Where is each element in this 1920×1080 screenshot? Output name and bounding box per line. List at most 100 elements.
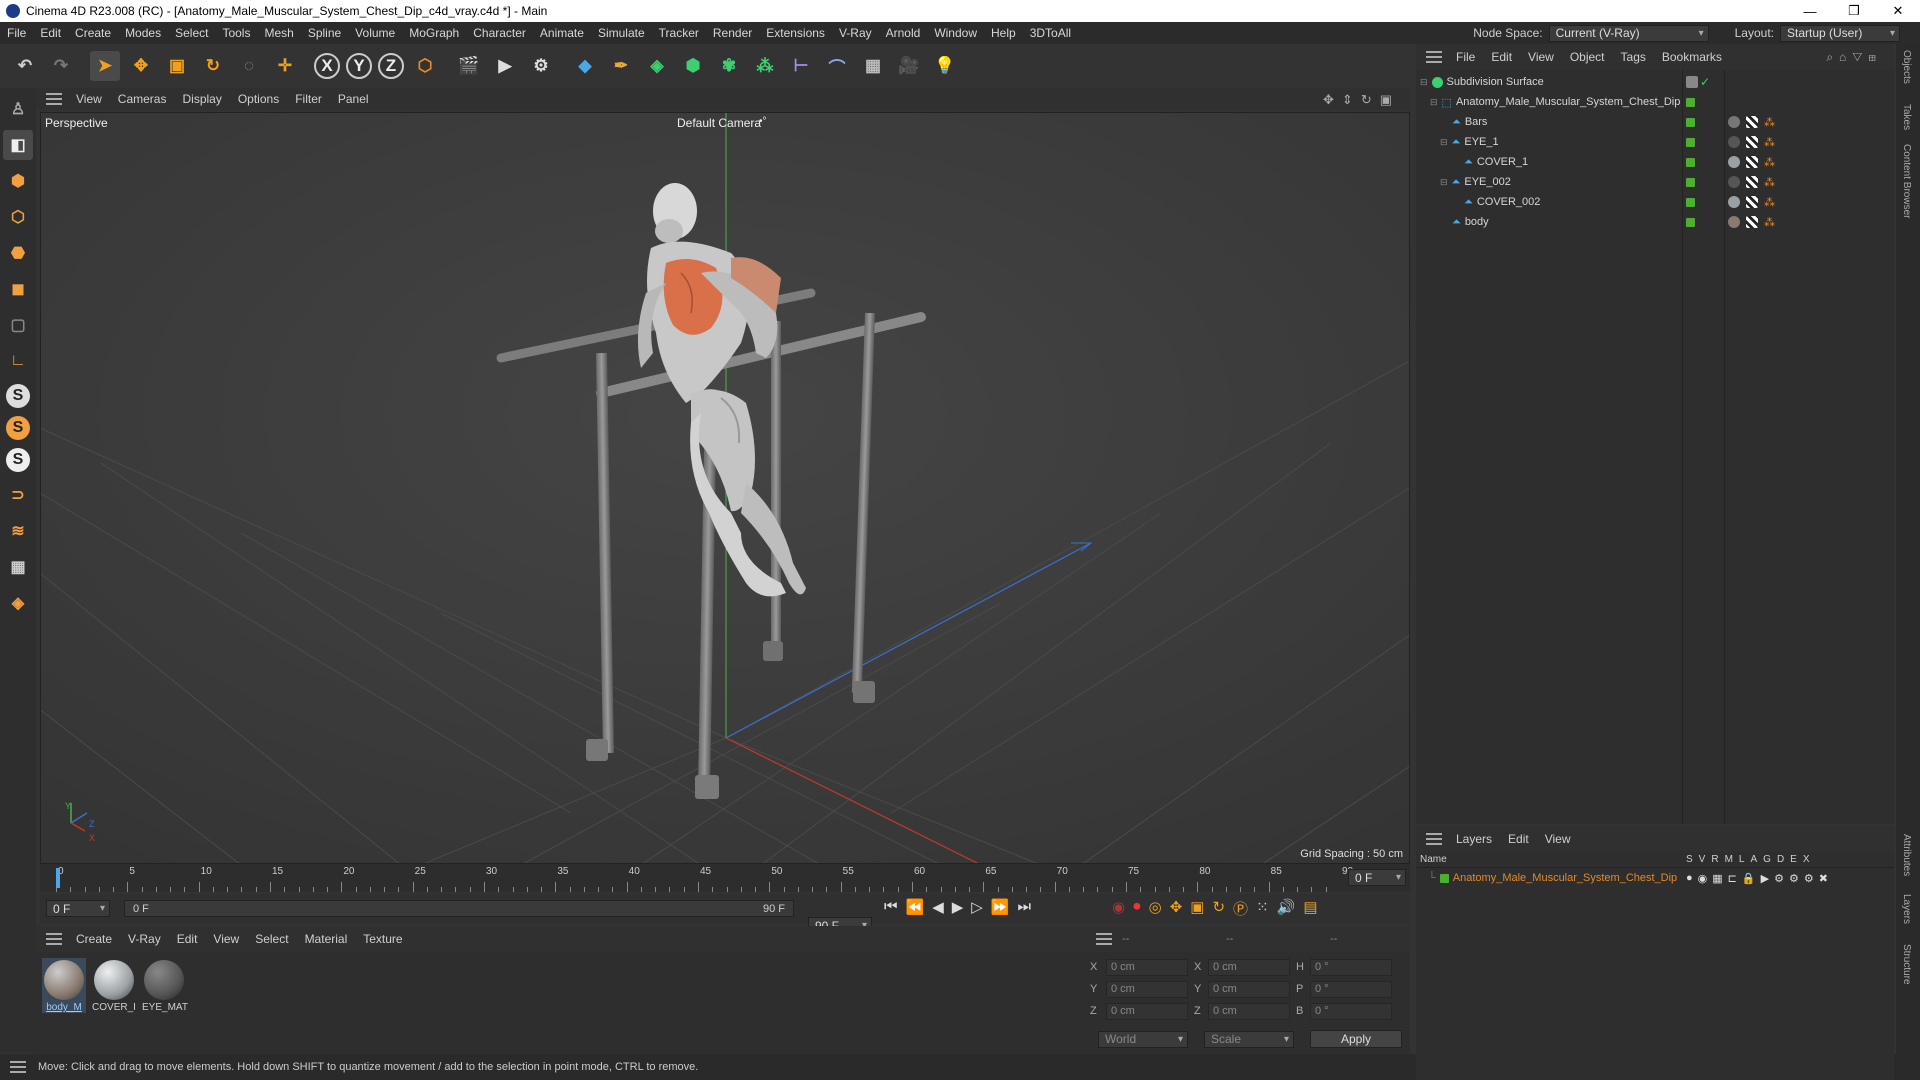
menu-character[interactable]: Character (466, 26, 533, 40)
start-frame-field[interactable]: 0 F (46, 900, 110, 917)
layer-menu-icon[interactable] (1426, 833, 1442, 845)
viewport-nav-icons[interactable]: ✥⇕↻▣ (1323, 92, 1400, 108)
menu-tools[interactable]: Tools (215, 26, 257, 40)
material-item[interactable]: EYE_MAT (142, 958, 188, 1013)
material-tag-icon[interactable] (1728, 136, 1740, 148)
layer-menu-layers[interactable]: Layers (1448, 832, 1500, 846)
collapse-icon[interactable]: ⊟ (1440, 177, 1448, 188)
tab-content-browser[interactable]: Content Browser (1901, 144, 1912, 218)
timeline-ruler[interactable]: 051015202530354045505560657075808590 0 F (40, 864, 1410, 892)
vray-tag-icon[interactable]: ⁂ (1764, 116, 1775, 129)
collapse-icon[interactable]: ⊟ (1420, 77, 1428, 88)
select-pointer-icon[interactable]: ➤ (90, 51, 120, 81)
size-y-field[interactable]: 0 cm (1208, 980, 1290, 998)
coordinate-system-icon[interactable]: ⬡ (410, 51, 440, 81)
mat-menu-material[interactable]: Material (297, 932, 356, 946)
menu-window[interactable]: Window (927, 26, 984, 40)
tab-attributes[interactable]: Attributes (1901, 834, 1912, 876)
texture-tag-icon[interactable] (1746, 196, 1758, 208)
array-icon[interactable]: ⁂ (750, 51, 780, 81)
go-to-end-icon[interactable]: ⏭ (1018, 898, 1032, 916)
material-item[interactable]: COVER_I (92, 958, 136, 1013)
current-frame-field[interactable]: 0 F (1348, 869, 1406, 886)
tree-row[interactable]: ⊟ Subdivision Surface ✓ (1416, 72, 1894, 92)
object-mode-icon[interactable]: ◼ (3, 274, 33, 304)
extrude-icon[interactable]: ⬢ (678, 51, 708, 81)
mat-menu-create[interactable]: Create (68, 932, 120, 946)
obj-menu-edit[interactable]: Edit (1483, 50, 1520, 64)
z-axis-icon[interactable]: Z (378, 53, 404, 79)
apply-button[interactable]: Apply (1310, 1030, 1402, 1048)
menu-mograph[interactable]: MoGraph (402, 26, 466, 40)
tab-structure[interactable]: Structure (1901, 944, 1912, 985)
node-space-dropdown[interactable]: Current (V-Ray) (1548, 24, 1709, 42)
texture-tag-icon[interactable] (1746, 176, 1758, 188)
visibility-dot[interactable] (1686, 137, 1695, 147)
coord-scale-dropdown[interactable]: Scale (1204, 1030, 1294, 1048)
symmetry-icon[interactable]: ⊢ (786, 51, 816, 81)
cube-icon[interactable]: ◆ (570, 51, 600, 81)
material-item[interactable]: body_M (42, 958, 86, 1013)
key-pla-icon[interactable]: ⁙ (1256, 898, 1269, 919)
cloner-icon[interactable]: ✾ (714, 51, 744, 81)
visible-eye-icon[interactable]: ◉ (1698, 872, 1708, 885)
key-selection-icon[interactable]: ◎ (1149, 898, 1162, 919)
visibility-dot[interactable] (1686, 117, 1695, 127)
visibility-dot[interactable] (1686, 177, 1695, 187)
collapse-icon[interactable]: ⊟ (1440, 137, 1448, 148)
visibility-dot[interactable] (1686, 217, 1695, 227)
visibility-dot[interactable] (1686, 157, 1695, 167)
position-z-field[interactable]: 0 cm (1106, 1002, 1188, 1020)
material-menu-icon[interactable] (46, 933, 62, 945)
lock-icon[interactable]: 🔒 (1742, 872, 1756, 885)
deformer-icon[interactable]: ⌒ (822, 51, 852, 81)
next-key-icon[interactable]: ⏩ (991, 898, 1010, 916)
render-icon[interactable]: ▦ (1712, 872, 1722, 885)
mat-menu-select[interactable]: Select (247, 932, 296, 946)
key-rotation-icon[interactable]: ↻ (1212, 898, 1225, 919)
render-settings-icon[interactable]: ⚙ (526, 51, 556, 81)
tree-row[interactable]: ⏶ body ⁂ (1416, 212, 1894, 232)
scale-icon[interactable]: ▣ (162, 51, 192, 81)
magnet-icon[interactable]: ⊃ (3, 480, 33, 510)
close-icon[interactable]: ✕ (1876, 0, 1920, 22)
rotation-p-field[interactable]: 0 ° (1310, 980, 1392, 998)
snap-s-icon[interactable]: S (6, 384, 30, 408)
axis-l-icon[interactable]: ∟ (3, 346, 33, 376)
frame-range-slider[interactable]: 0 F 90 F (124, 900, 794, 917)
texture-mode-icon[interactable]: ◧ (3, 130, 33, 160)
material-tag-icon[interactable] (1728, 116, 1740, 128)
obj-menu-bookmarks[interactable]: Bookmarks (1654, 50, 1730, 64)
live-select-icon[interactable]: ◌ (234, 51, 264, 81)
obj-menu-view[interactable]: View (1520, 50, 1562, 64)
material-tag-icon[interactable] (1728, 176, 1740, 188)
auto-key-icon[interactable]: ⏺ (1133, 898, 1141, 919)
rotation-h-field[interactable]: 0 ° (1310, 958, 1392, 976)
menu-3dtoall[interactable]: 3DToAll (1023, 26, 1078, 40)
light-icon[interactable]: 💡 (930, 51, 960, 81)
texture-tag-icon[interactable] (1746, 216, 1758, 228)
points-mode-icon[interactable]: ⬢ (3, 166, 33, 196)
menu-modes[interactable]: Modes (118, 26, 168, 40)
generators-icon[interactable]: ⚙ (1774, 872, 1784, 885)
material-tag-icon[interactable] (1728, 156, 1740, 168)
expressions-icon[interactable]: ⚙ (1804, 872, 1814, 885)
prev-key-icon[interactable]: ⏪ (906, 898, 925, 916)
menu-file[interactable]: File (0, 26, 33, 40)
layer-menu-edit[interactable]: Edit (1500, 832, 1537, 846)
material-tag-icon[interactable] (1728, 216, 1740, 228)
tab-objects[interactable]: Objects (1901, 50, 1912, 84)
layout-dropdown[interactable]: Startup (User) (1780, 24, 1900, 42)
playhead[interactable] (56, 868, 60, 888)
menu-create[interactable]: Create (68, 26, 118, 40)
vray-tag-icon[interactable]: ⁂ (1764, 136, 1775, 149)
tree-row[interactable]: ⊟ ⏶ EYE_002 ⁂ (1416, 172, 1894, 192)
go-to-start-icon[interactable]: ⏮ (884, 898, 898, 916)
key-scale-icon[interactable]: ▣ (1190, 898, 1204, 919)
menu-spline[interactable]: Spline (301, 26, 348, 40)
default-camera-label[interactable]: Default Camera (677, 116, 761, 130)
menu-vray[interactable]: V-Ray (832, 26, 879, 40)
obj-menu-file[interactable]: File (1448, 50, 1483, 64)
menu-tracker[interactable]: Tracker (652, 26, 706, 40)
redo-icon[interactable]: ↷ (46, 51, 76, 81)
